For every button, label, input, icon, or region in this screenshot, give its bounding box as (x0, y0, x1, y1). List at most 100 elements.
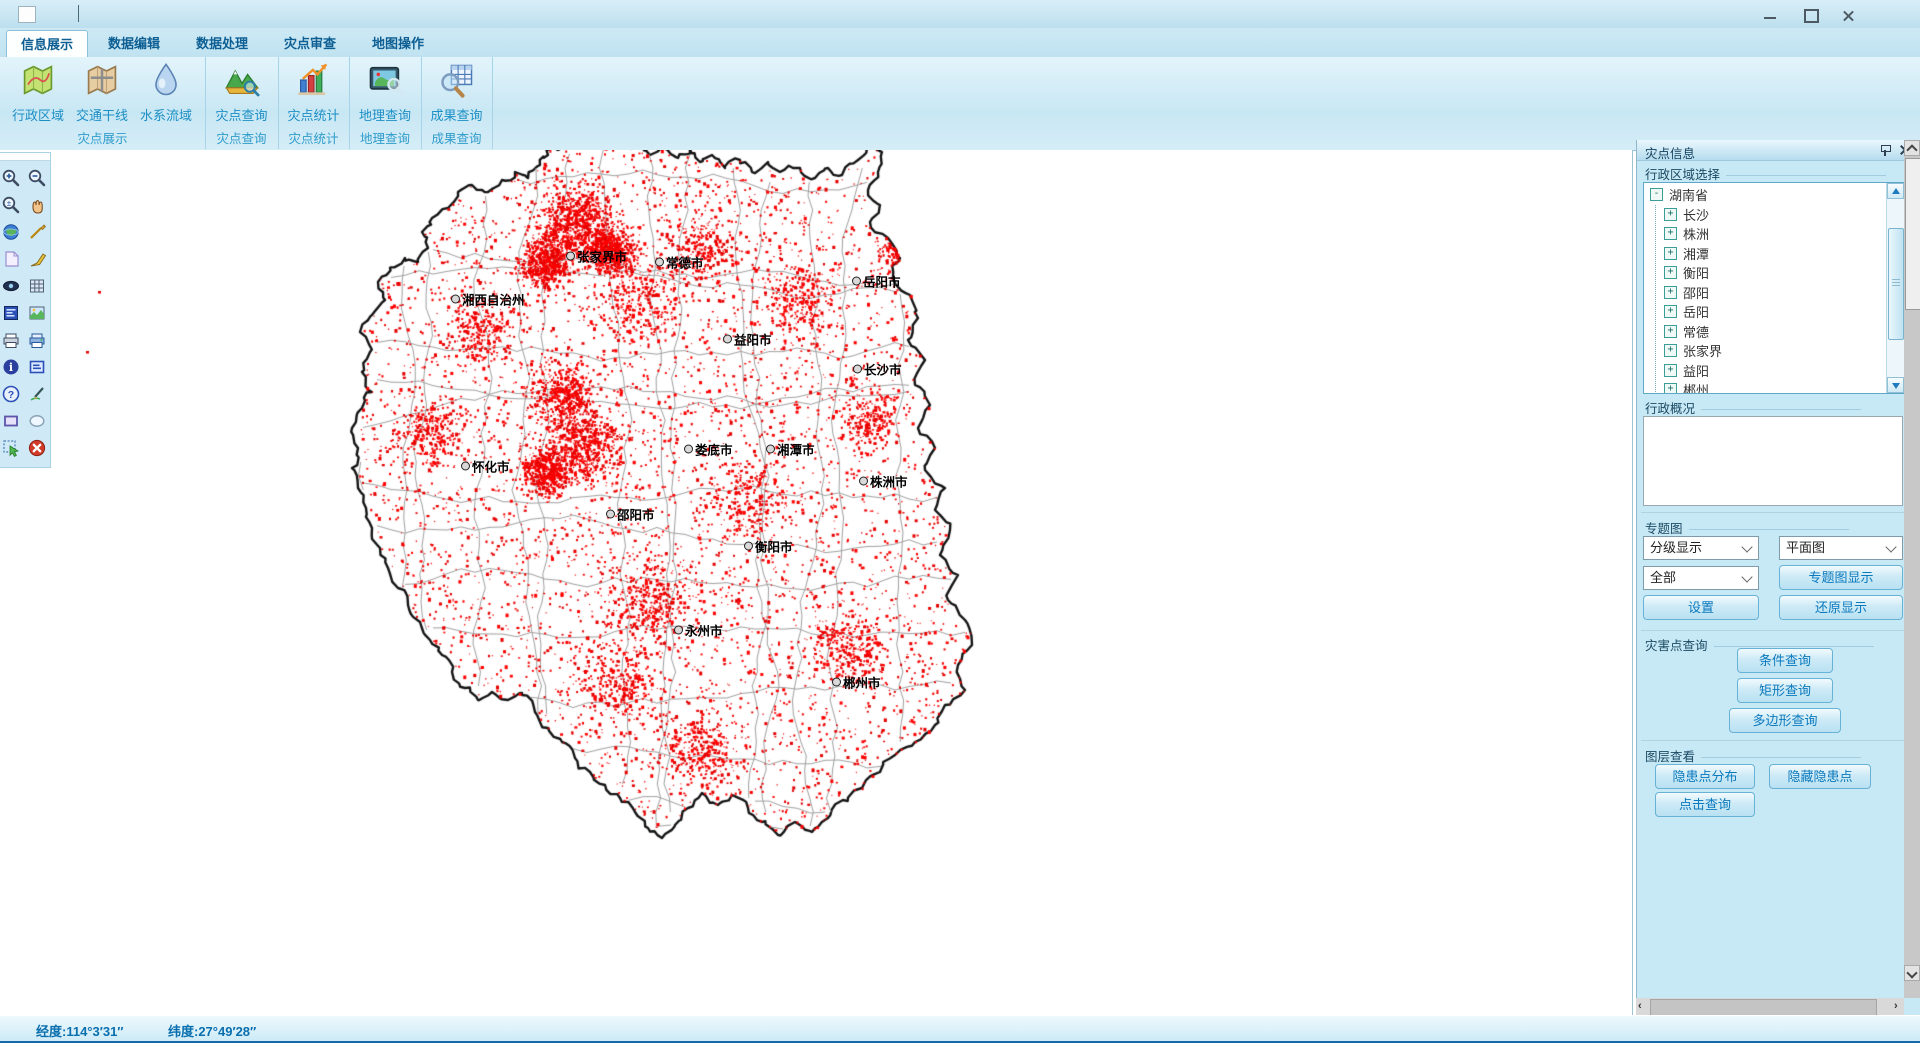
expand-icon[interactable]: + (1664, 325, 1677, 338)
tree-node-株洲[interactable]: +株洲 (1656, 224, 1884, 244)
tree-node-root[interactable]: -湖南省 (1644, 185, 1884, 205)
tree-node-湘潭[interactable]: +湘潭 (1656, 244, 1884, 264)
maximize-button[interactable] (1795, 4, 1825, 24)
ribbon-group-caption: 灾点展示 (0, 128, 205, 147)
query-button-矩形查询[interactable]: 矩形查询 (1737, 678, 1833, 703)
print-color-icon[interactable] (26, 329, 48, 351)
zoom-extents-icon[interactable]: ± (0, 194, 22, 216)
help-icon[interactable]: ? (0, 383, 22, 405)
expand-icon[interactable]: + (1664, 266, 1677, 279)
layer-button-隐藏隐患点[interactable]: 隐藏隐患点 (1769, 764, 1871, 789)
brush-tool-icon[interactable] (26, 248, 48, 270)
expand-icon[interactable]: + (1664, 305, 1677, 318)
tab-3[interactable]: 数据处理 (182, 30, 262, 57)
ribbon-group-2: 灾点查询灾点查询 (205, 57, 279, 149)
image-view-icon[interactable] (26, 302, 48, 324)
thematic-show-button[interactable]: 专题图显示 (1779, 565, 1903, 590)
map-viewport[interactable]: 张家界市常德市岳阳市湘西自治州益阳市长沙市娄底市湘潭市株洲市怀化市邵阳市衡阳市永… (0, 150, 1633, 1015)
zoom-out-icon[interactable] (26, 167, 48, 189)
scroll-left-arrow[interactable]: ‹ (1638, 1000, 1646, 1012)
query-button-多边形查询[interactable]: 多边形查询 (1729, 708, 1841, 733)
expand-icon[interactable]: + (1664, 286, 1677, 299)
thematic-label: 专题图 (1645, 518, 1849, 537)
scroll-thumb[interactable] (1650, 999, 1877, 1016)
scroll-up-arrow[interactable] (1904, 140, 1920, 156)
tree-node-益阳[interactable]: +益阳 (1656, 361, 1884, 381)
tree-node-岳阳[interactable]: +岳阳 (1656, 302, 1884, 322)
delete-cross-icon[interactable] (26, 437, 48, 459)
legend-panel-icon[interactable] (0, 302, 22, 324)
tree-scroll-down[interactable] (1887, 377, 1904, 393)
panel-title: 灾点信息 (1645, 143, 1695, 162)
layer-button-隐患点分布[interactable]: 隐患点分布 (1655, 764, 1755, 789)
svg-text:i: i (9, 361, 13, 374)
tree-scrollbar[interactable] (1886, 183, 1904, 393)
map-search-icon (366, 61, 404, 99)
tree-node-张家界[interactable]: +张家界 (1656, 341, 1884, 361)
ribbon-button-行政区域[interactable]: 行政区域 (8, 59, 68, 124)
expand-icon[interactable]: + (1664, 344, 1677, 357)
region-tree: -湖南省+长沙+株洲+湘潭+衡阳+邵阳+岳阳+常德+张家界+益阳+郴州 (1643, 182, 1905, 394)
tree-node-郴州[interactable]: +郴州 (1656, 380, 1884, 394)
pin-icon[interactable] (1879, 144, 1891, 156)
title-bar (0, 0, 1920, 29)
expand-icon[interactable]: + (1664, 364, 1677, 377)
clip-page-icon[interactable] (0, 248, 22, 270)
expand-icon[interactable]: + (1664, 247, 1677, 260)
settings-button[interactable]: 设置 (1643, 595, 1759, 620)
tree-node-衡阳[interactable]: +衡阳 (1656, 263, 1884, 283)
draw-ellipse-icon[interactable] (26, 410, 48, 432)
grade-display-select[interactable]: 分级显示 (1643, 536, 1759, 560)
ribbon-button-交通干线[interactable]: 交通干线 (72, 59, 132, 124)
grid-table-icon[interactable] (26, 275, 48, 297)
tree-scroll-up[interactable] (1887, 183, 1904, 199)
ribbon-group-caption: 灾点统计 (278, 128, 349, 147)
minimize-button[interactable] (1755, 4, 1785, 24)
select-arrow-icon[interactable] (0, 437, 22, 459)
scroll-down-arrow[interactable] (1904, 965, 1920, 981)
measure-line-icon[interactable] (26, 221, 48, 243)
ribbon-button-水系流域[interactable]: 水系流域 (136, 59, 196, 124)
query-button-条件查询[interactable]: 条件查询 (1737, 648, 1833, 673)
overview-label: 行政概况 (1645, 398, 1861, 417)
pan-hand-icon[interactable] (26, 194, 48, 216)
overview-textarea[interactable] (1643, 416, 1903, 506)
scroll-right-arrow[interactable]: › (1894, 1000, 1902, 1012)
collapse-icon[interactable]: - (1650, 188, 1663, 201)
all-select[interactable]: 全部 (1643, 566, 1759, 590)
panel-vertical-scrollbar[interactable] (1904, 140, 1920, 998)
ribbon-group-caption: 灾点查询 (205, 128, 278, 147)
tree-node-邵阳[interactable]: +邵阳 (1656, 283, 1884, 303)
palette-grip[interactable] (0, 153, 50, 161)
ribbon-button-地理查询[interactable]: 地理查询 (355, 59, 415, 124)
tree-node-常德[interactable]: +常德 (1656, 322, 1884, 342)
expand-icon[interactable]: + (1664, 383, 1677, 394)
printer-icon[interactable] (0, 329, 22, 351)
info-icon[interactable]: i (0, 356, 22, 378)
expand-icon[interactable]: + (1664, 208, 1677, 221)
sketch-pen-icon[interactable] (26, 383, 48, 405)
restore-display-button[interactable]: 还原显示 (1779, 595, 1903, 620)
globe-icon[interactable] (0, 221, 22, 243)
draw-rectangle-icon[interactable] (0, 410, 22, 432)
panel-horizontal-scrollbar[interactable]: ‹ › (1636, 998, 1904, 1015)
zoom-in-icon[interactable] (0, 167, 22, 189)
scroll-thumb[interactable] (1905, 158, 1920, 310)
ribbon-button-成果查询[interactable]: 成果查询 (427, 59, 487, 124)
ribbon-button-灾点统计[interactable]: 灾点统计 (284, 59, 344, 124)
tab-1[interactable]: 信息展示 (6, 30, 88, 58)
window-panel-icon[interactable] (26, 356, 48, 378)
tab-2[interactable]: 数据编辑 (94, 30, 174, 57)
tab-5[interactable]: 地图操作 (358, 30, 438, 57)
eye-view-icon[interactable] (0, 275, 22, 297)
region-select-label: 行政区域选择 (1645, 164, 1886, 183)
tree-scroll-thumb[interactable] (1888, 228, 1904, 340)
tree-node-长沙[interactable]: +长沙 (1656, 205, 1884, 225)
layer-button-点击查询[interactable]: 点击查询 (1655, 792, 1755, 817)
ribbon-button-灾点查询[interactable]: 灾点查询 (212, 59, 272, 124)
plane-map-select[interactable]: 平面图 (1779, 536, 1903, 560)
expand-icon[interactable]: + (1664, 227, 1677, 240)
close-button[interactable] (1833, 4, 1863, 24)
tab-4[interactable]: 灾点审查 (270, 30, 350, 57)
map-canvas[interactable] (0, 150, 1632, 1015)
